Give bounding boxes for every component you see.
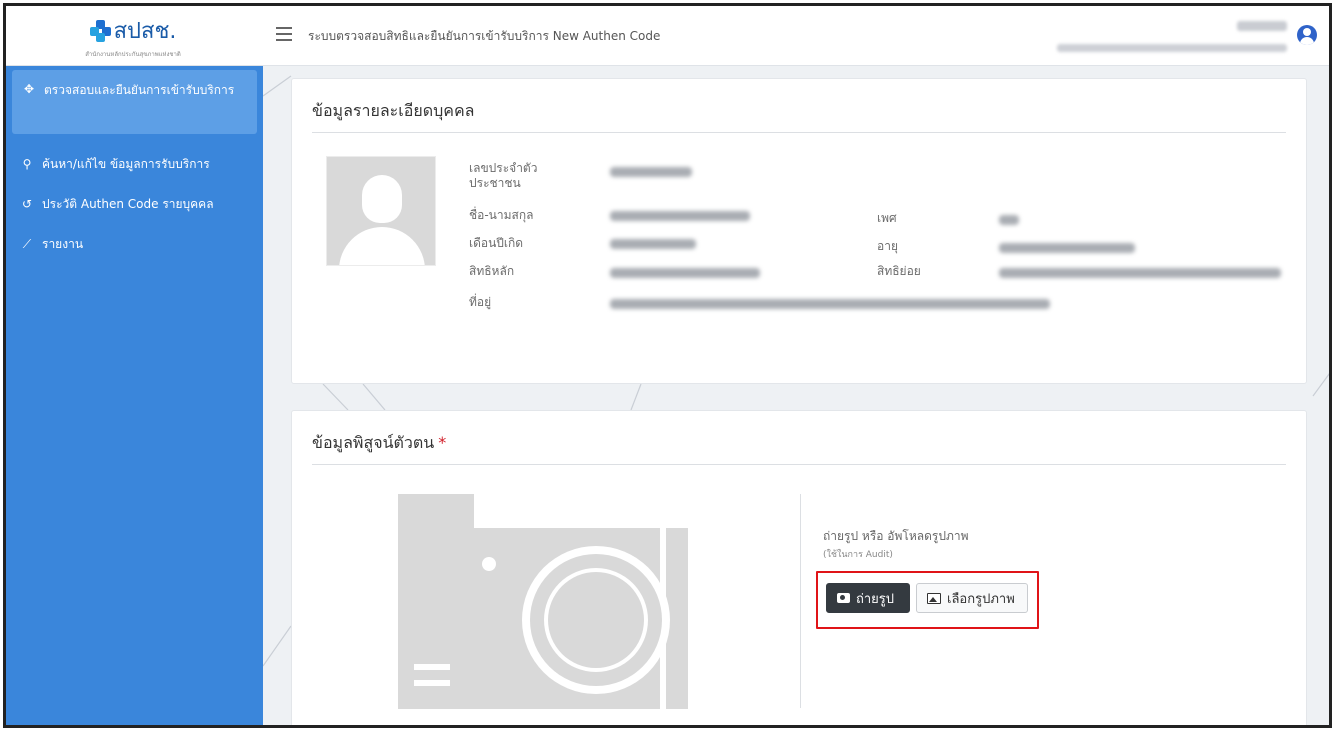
main-right-value-redacted [610, 268, 760, 278]
camera-icon [837, 593, 850, 603]
name-value-redacted [610, 211, 750, 221]
sidebar-item-label: ค้นหา/แก้ไข ข้อมูลการรับบริการ [42, 156, 210, 171]
address-value-redacted [610, 299, 1050, 309]
divider [312, 132, 1286, 133]
hamburger-icon[interactable] [276, 27, 292, 41]
age-value-redacted [999, 243, 1135, 253]
citizen-id-value-redacted [610, 167, 692, 177]
sidebar-item-report[interactable]: ⟋ รายงาน [6, 224, 263, 264]
top-header: สปสช. สำนักงานหลักประกันสุขภาพแห่งชาติ ร… [6, 6, 1329, 66]
upload-subtitle: (ใช้ในการ Audit) [823, 550, 893, 560]
main-content: ข้อมูลรายละเอียดบุคคล เลขประจำตัวประชาชน… [263, 66, 1329, 725]
history-icon: ↺ [21, 196, 33, 211]
name-label: ชื่อ-นามสกุล [469, 208, 534, 222]
required-mark: * [438, 433, 447, 452]
take-photo-label: ถ่ายรูป [856, 591, 895, 607]
app-title: ระบบตรวจสอบสิทธิและยืนยันการเข้ารับบริกา… [308, 29, 661, 43]
person-details-title: ข้อมูลรายละเอียดบุคคล [312, 101, 475, 120]
nhso-logo-icon [89, 19, 112, 42]
logo-text: สปสช. [113, 19, 177, 44]
chart-line-icon: ⟋ [22, 236, 32, 251]
vertical-divider [800, 494, 801, 708]
person-details-card: ข้อมูลรายละเอียดบุคคล เลขประจำตัวประชาชน… [291, 78, 1307, 384]
image-icon [927, 592, 941, 604]
logo[interactable]: สปสช. สำนักงานหลักประกันสุขภาพแห่งชาติ [6, 6, 260, 66]
birth-label: เดือนปีเกิด [469, 236, 524, 250]
app-window: สปสช. สำนักงานหลักประกันสุขภาพแห่งชาติ ร… [3, 3, 1332, 728]
crosshair-icon: ✥ [23, 82, 35, 96]
search-icon: ⚲ [22, 156, 32, 171]
choose-image-button[interactable]: เลือกรูปภาพ [916, 583, 1028, 613]
choose-image-label: เลือกรูปภาพ [947, 591, 1015, 607]
identity-proof-card: ข้อมูลพิสูจน์ตัวตน * ถ่ายรูป หรือ อัพโหลด… [291, 410, 1307, 725]
sidebar-item-label: รายงาน [42, 236, 84, 251]
logo-subtitle: สำนักงานหลักประกันสุขภาพแห่งชาติ [85, 51, 181, 58]
divider [312, 464, 1286, 465]
sub-right-value-redacted [999, 268, 1281, 278]
identity-proof-title-text: ข้อมูลพิสูจน์ตัวตน [312, 433, 435, 452]
sub-right-label: สิทธิย่อย [877, 264, 921, 278]
main-right-label: สิทธิหลัก [469, 264, 515, 278]
camera-placeholder-icon [398, 494, 688, 709]
gender-value-redacted [999, 215, 1019, 225]
user-organization-redacted [1057, 44, 1287, 52]
sidebar-item-label: ประวัติ Authen Code รายบุคคล [42, 196, 214, 211]
user-circle-icon[interactable] [1297, 25, 1317, 45]
sidebar-item-history[interactable]: ↺ ประวัติ Authen Code รายบุคคล [6, 184, 263, 224]
upload-title: ถ่ายรูป หรือ อัพโหลดรูปภาพ [823, 529, 969, 543]
identity-proof-title: ข้อมูลพิสูจน์ตัวตน * [312, 431, 446, 456]
user-name-redacted [1237, 21, 1287, 31]
take-photo-button[interactable]: ถ่ายรูป [826, 583, 910, 613]
sidebar-item-search-edit[interactable]: ⚲ ค้นหา/แก้ไข ข้อมูลการรับบริการ [6, 144, 263, 184]
age-label: อายุ [877, 239, 898, 253]
sidebar-item-label: ตรวจสอบและยืนยันการเข้ารับบริการ [44, 83, 235, 97]
person-avatar-placeholder [326, 156, 436, 266]
user-info[interactable] [1057, 16, 1287, 52]
birth-value-redacted [610, 239, 696, 249]
citizen-id-label: เลขประจำตัวประชาชน [469, 161, 538, 190]
address-label: ที่อยู่ [469, 295, 492, 309]
sidebar: ✥ ตรวจสอบและยืนยันการเข้ารับบริการ ⚲ ค้น… [6, 66, 263, 725]
gender-label: เพศ [877, 211, 897, 225]
sidebar-item-verify-service[interactable]: ✥ ตรวจสอบและยืนยันการเข้ารับบริการ [12, 70, 257, 134]
